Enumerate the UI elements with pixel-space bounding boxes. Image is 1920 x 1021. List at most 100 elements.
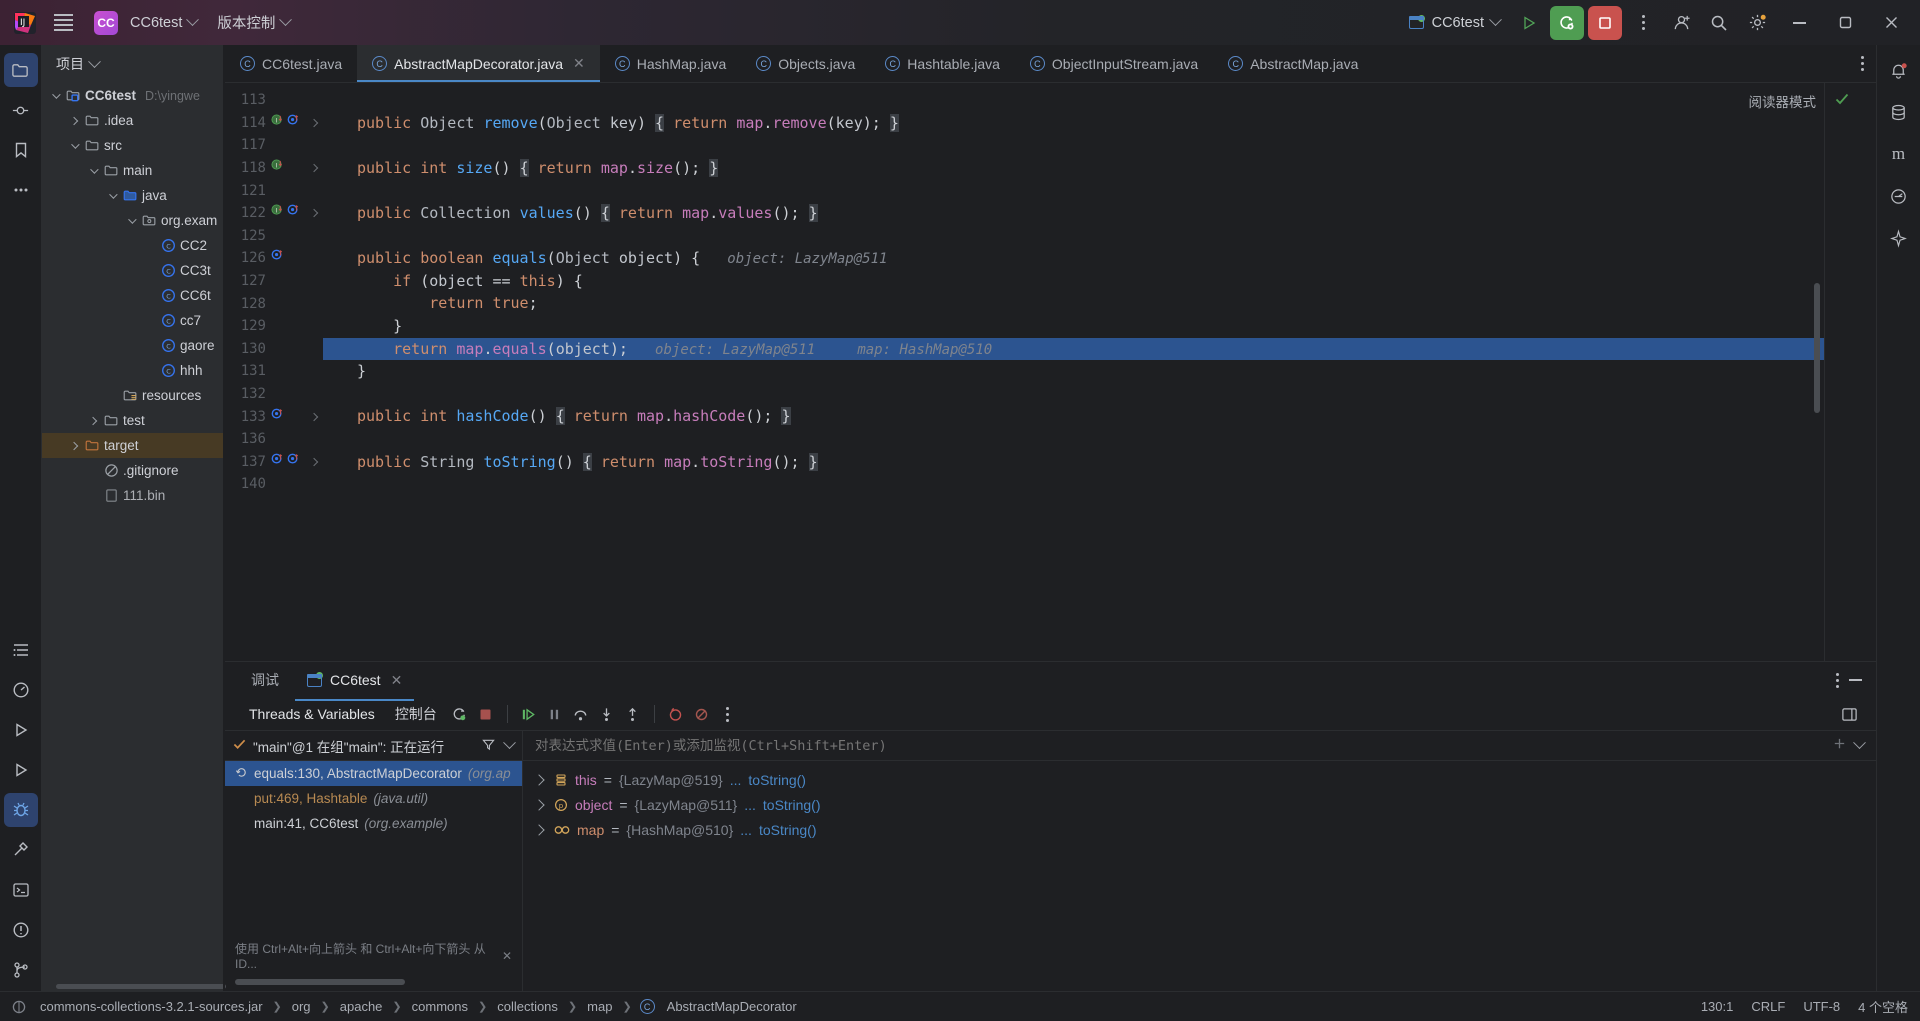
overrides-marker-icon[interactable] bbox=[271, 407, 284, 427]
project-tree[interactable]: CC6test D:\yingwe .idea src main java org.exam… bbox=[42, 83, 225, 971]
overrides-marker-icon[interactable] bbox=[287, 452, 300, 472]
gutter-line[interactable]: 122 I bbox=[225, 202, 323, 225]
view-breakpoints-icon[interactable] bbox=[663, 701, 689, 727]
implements-marker-icon[interactable]: I bbox=[271, 113, 284, 133]
tab-threads-and-variables[interactable]: Threads & Variables bbox=[239, 702, 385, 726]
gutter-line[interactable]: 117 bbox=[225, 134, 323, 157]
call-stack-list[interactable]: equals:130, AbstractMapDecorator (org.ap p… bbox=[225, 761, 522, 836]
tree-item-cc2[interactable]: C CC2 bbox=[42, 233, 225, 258]
bookmarks-tool-icon[interactable] bbox=[4, 133, 38, 167]
reader-mode-label[interactable]: 阅读器模式 bbox=[1749, 91, 1817, 111]
variable-row[interactable]: map = {HashMap@510}... toString() bbox=[523, 817, 1876, 842]
profiler-tool-icon[interactable] bbox=[4, 673, 38, 707]
tab-console[interactable]: 控制台 bbox=[385, 700, 447, 728]
overrides-marker-icon[interactable] bbox=[287, 203, 300, 223]
layout-settings-icon[interactable] bbox=[1836, 701, 1862, 727]
ai-assistant-icon[interactable] bbox=[1882, 179, 1916, 213]
code-editor[interactable]: 113 114 I 117 118 I 121 122 I 125 126 127 128 129 130 1… bbox=[225, 83, 1876, 661]
variable-tostring-link[interactable]: toString() bbox=[763, 797, 821, 813]
variables-list[interactable]: this = {LazyMap@519}... toString() p object ={… bbox=[523, 761, 1876, 991]
debug-tab-debug[interactable]: 调试 bbox=[239, 664, 291, 696]
gutter-line[interactable]: 121 bbox=[225, 179, 323, 202]
editor-tab-abstractmap[interactable]: C AbstractMap.java bbox=[1213, 45, 1373, 82]
variable-ellipsis[interactable]: ... bbox=[730, 772, 742, 788]
gutter-line[interactable]: 128 bbox=[225, 292, 323, 315]
tree-item-src[interactable]: src bbox=[42, 133, 225, 158]
tree-item-hhh[interactable]: Chhh bbox=[42, 358, 225, 383]
rerun-icon[interactable] bbox=[447, 701, 473, 727]
expand-arrow-icon[interactable] bbox=[309, 209, 319, 218]
structure-tool-icon[interactable] bbox=[4, 633, 38, 667]
caret-position[interactable]: 130:1 bbox=[1701, 999, 1734, 1014]
code-line[interactable] bbox=[323, 225, 1876, 248]
tree-item-cc3t[interactable]: C CC3t bbox=[42, 258, 225, 283]
run-more-options-icon[interactable] bbox=[1626, 6, 1660, 40]
project-name-dropdown[interactable]: CC6test bbox=[122, 10, 205, 36]
project-horizontal-scrollbar[interactable] bbox=[56, 984, 226, 989]
step-over-icon[interactable] bbox=[568, 701, 594, 727]
pause-icon[interactable] bbox=[542, 701, 568, 727]
minimize-icon[interactable] bbox=[1849, 679, 1862, 681]
mute-breakpoints-icon[interactable] bbox=[689, 701, 715, 727]
run-tool-icon[interactable] bbox=[4, 713, 38, 747]
variable-row[interactable]: p object = {LazyMap@511}... toString() bbox=[523, 792, 1876, 817]
gutter-line[interactable]: 113 bbox=[225, 89, 323, 112]
line-separator[interactable]: CRLF bbox=[1751, 999, 1785, 1014]
maven-icon[interactable]: m bbox=[1882, 137, 1916, 171]
checkmark-icon[interactable] bbox=[1834, 91, 1850, 112]
gutter-line[interactable]: 137 bbox=[225, 451, 323, 474]
code-line[interactable]: public int hashCode() { return map.hashC… bbox=[323, 405, 1876, 428]
tree-item-target[interactable]: target bbox=[42, 433, 225, 458]
code-line[interactable]: public Collection values() { return map.… bbox=[323, 202, 1876, 225]
gutter-line[interactable]: 133 bbox=[225, 405, 323, 428]
editor-tab-abstractmapdecorator[interactable]: C AbstractMapDecorator.java ✕ bbox=[357, 45, 600, 82]
tree-item-cc7[interactable]: Ccc7 bbox=[42, 308, 225, 333]
maximize-button[interactable] bbox=[1824, 0, 1866, 45]
close-icon[interactable]: ✕ bbox=[502, 949, 512, 963]
code-line[interactable]: } bbox=[323, 360, 1876, 383]
expand-arrow-icon[interactable] bbox=[533, 773, 545, 786]
expand-arrow-icon[interactable] bbox=[309, 118, 319, 128]
debug-restart-button[interactable] bbox=[1550, 5, 1584, 40]
stop-button[interactable] bbox=[1588, 5, 1622, 40]
variable-row[interactable]: this = {LazyMap@519}... toString() bbox=[523, 767, 1876, 792]
minimize-button[interactable] bbox=[1778, 0, 1820, 45]
more-vertical-icon[interactable] bbox=[715, 701, 741, 727]
variable-tostring-link[interactable]: toString() bbox=[748, 772, 806, 788]
vcs-dropdown[interactable]: 版本控制 bbox=[209, 7, 298, 38]
implements-marker-icon[interactable]: I bbox=[271, 203, 284, 223]
chevron-down-icon[interactable] bbox=[503, 736, 516, 750]
stack-frame-row[interactable]: main:41, CC6test (org.example) bbox=[225, 811, 522, 836]
editor-tab-cc6test[interactable]: C CC6test.java bbox=[225, 45, 357, 82]
editor-code-content[interactable]: public Object remove(Object key) { retur… bbox=[323, 83, 1876, 661]
tree-item-cc6test[interactable]: CC6test D:\yingwe bbox=[42, 83, 225, 108]
status-source-label[interactable]: commons-collections-3.2.1-sources.jar bbox=[34, 997, 269, 1016]
debug-tab-cc6test[interactable]: CC6test ✕ bbox=[295, 666, 415, 701]
code-line[interactable]: public Object remove(Object key) { retur… bbox=[323, 112, 1876, 135]
watch-expression-bar[interactable] bbox=[523, 731, 1876, 761]
terminal-tool-icon[interactable] bbox=[4, 873, 38, 907]
expand-arrow-icon[interactable] bbox=[533, 798, 545, 811]
file-encoding[interactable]: UTF-8 bbox=[1803, 999, 1840, 1014]
close-button[interactable] bbox=[1870, 0, 1912, 45]
editor-tab-hashmap[interactable]: C HashMap.java bbox=[600, 45, 742, 82]
variable-ellipsis[interactable]: ... bbox=[740, 822, 752, 838]
tree-item-cc6t[interactable]: C CC6t bbox=[42, 283, 225, 308]
editor-tabs-more-icon[interactable] bbox=[1849, 45, 1876, 82]
overrides-marker-icon[interactable] bbox=[271, 248, 284, 268]
expand-arrow-icon[interactable] bbox=[309, 457, 319, 467]
stack-frame-row[interactable]: equals:130, AbstractMapDecorator (org.ap bbox=[225, 761, 522, 786]
run-button[interactable] bbox=[1512, 6, 1546, 40]
gutter-line[interactable]: 114 I bbox=[225, 112, 323, 135]
frames-horizontal-scrollbar[interactable] bbox=[235, 979, 405, 985]
close-icon[interactable]: ✕ bbox=[573, 55, 585, 72]
overrides-marker-icon[interactable] bbox=[271, 452, 284, 472]
filter-icon[interactable] bbox=[482, 738, 495, 754]
database-icon[interactable] bbox=[1882, 95, 1916, 129]
expand-arrow-icon[interactable] bbox=[309, 163, 319, 173]
gutter-line[interactable]: 136 bbox=[225, 428, 323, 451]
search-icon[interactable] bbox=[1702, 6, 1736, 40]
tree-item-java[interactable]: java bbox=[42, 183, 225, 208]
breadcrumb-collections[interactable]: collections bbox=[491, 997, 564, 1016]
notifications-icon[interactable] bbox=[1882, 53, 1916, 87]
